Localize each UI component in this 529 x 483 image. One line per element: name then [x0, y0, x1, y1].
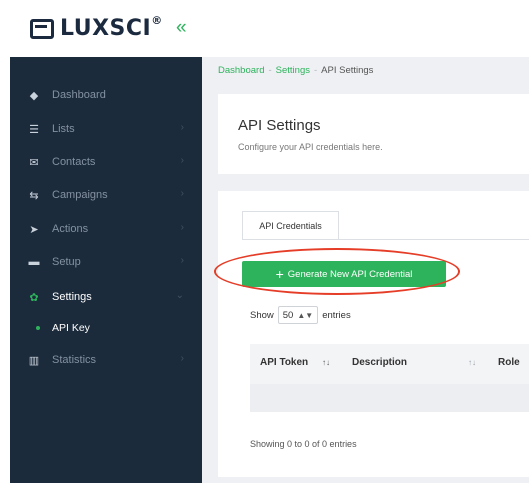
sidebar-item-statistics[interactable]: ▥ Statistics ›: [10, 344, 202, 376]
sort-icon[interactable]: ↑↓: [468, 358, 476, 367]
chevron-right-icon: ›: [180, 255, 184, 266]
tab-divider: [242, 239, 529, 240]
page-title: API Settings: [238, 117, 321, 134]
sidebar: ◆ Dashboard ☰ Lists › ✉ Contacts › ⇆ Cam…: [10, 57, 202, 483]
sort-icon[interactable]: ↑↓: [322, 358, 330, 367]
page-header-card: API Settings Configure your API credenti…: [218, 94, 529, 174]
sidebar-item-label: Actions: [52, 223, 89, 235]
table-info: Showing 0 to 0 of 0 entries: [250, 439, 357, 449]
breadcrumb-settings[interactable]: Settings: [276, 65, 310, 76]
breadcrumb: Dashboard - Settings - API Settings: [218, 65, 373, 76]
tab-api-credentials[interactable]: API Credentials: [242, 211, 339, 239]
column-header-api-token[interactable]: API Token: [260, 357, 308, 368]
show-label: Show: [250, 309, 274, 321]
page-size-value: 50: [282, 309, 294, 321]
breadcrumb-dashboard[interactable]: Dashboard: [218, 65, 264, 76]
select-arrows-icon: ▲▼: [297, 310, 314, 320]
sidebar-item-label: Statistics: [52, 354, 97, 366]
table-header: API Token ↑↓ Description ↑↓ Role: [250, 344, 529, 384]
brand-name: LUXSCI®: [60, 13, 163, 41]
breadcrumb-separator: -: [313, 65, 318, 76]
arrows-icon: ⇆: [29, 189, 39, 202]
sidebar-item-contacts[interactable]: ✉ Contacts ›: [10, 146, 202, 178]
diamond-icon: ◆: [29, 89, 39, 102]
gear-icon: ✿: [29, 291, 39, 304]
sidebar-item-settings[interactable]: ✿ Settings ⌄: [10, 281, 202, 313]
brand-logo[interactable]: LUXSCI®: [30, 13, 163, 41]
table-empty-row: [250, 384, 529, 412]
toggle-icon: ▬: [28, 256, 40, 268]
bar-chart-icon: ▥: [28, 354, 40, 367]
sidebar-item-label: Campaigns: [52, 189, 108, 201]
list-icon: ☰: [29, 123, 39, 136]
send-icon: ➤: [29, 223, 39, 236]
chevron-right-icon: ›: [180, 155, 184, 166]
chevron-right-icon: ›: [180, 222, 184, 233]
collapse-sidebar-icon[interactable]: «: [176, 18, 187, 37]
chevron-right-icon: ›: [180, 188, 184, 199]
column-header-description[interactable]: Description: [352, 357, 407, 368]
sidebar-subitem-label: API Key: [52, 322, 90, 334]
sidebar-item-dashboard[interactable]: ◆ Dashboard: [10, 79, 202, 111]
highlight-annotation: [214, 248, 460, 295]
breadcrumb-separator: -: [268, 65, 272, 76]
bullet-icon: [36, 326, 40, 330]
sidebar-item-actions[interactable]: ➤ Actions ›: [10, 213, 202, 245]
page-size-control: Show 50 ▲▼ entries: [250, 306, 351, 324]
laptop-logo-icon: [30, 18, 54, 39]
sidebar-item-label: Contacts: [52, 156, 96, 168]
credentials-card: API Credentials + Generate New API Crede…: [218, 191, 529, 477]
sidebar-item-campaigns[interactable]: ⇆ Campaigns ›: [10, 179, 202, 211]
chevron-right-icon: ›: [180, 122, 184, 133]
sidebar-item-label: Lists: [52, 123, 75, 135]
breadcrumb-current: API Settings: [321, 65, 374, 76]
sidebar-item-lists[interactable]: ☰ Lists ›: [10, 113, 202, 145]
sidebar-item-setup[interactable]: ▬ Setup ›: [10, 246, 202, 278]
page-subtitle: Configure your API credentials here.: [238, 142, 383, 152]
top-header: LUXSCI® «: [0, 0, 529, 57]
sidebar-item-label: Dashboard: [52, 89, 106, 101]
sidebar-item-label: Setup: [52, 256, 81, 268]
chevron-right-icon: ›: [180, 353, 184, 364]
entries-label: entries: [322, 309, 351, 321]
sidebar-item-label: Settings: [52, 291, 92, 303]
page-size-select[interactable]: 50 ▲▼: [277, 306, 319, 324]
sidebar-subitem-api-key[interactable]: API Key: [10, 313, 202, 343]
envelope-icon: ✉: [29, 156, 39, 169]
column-header-role[interactable]: Role: [498, 357, 520, 368]
chevron-down-icon: ⌄: [175, 290, 184, 301]
